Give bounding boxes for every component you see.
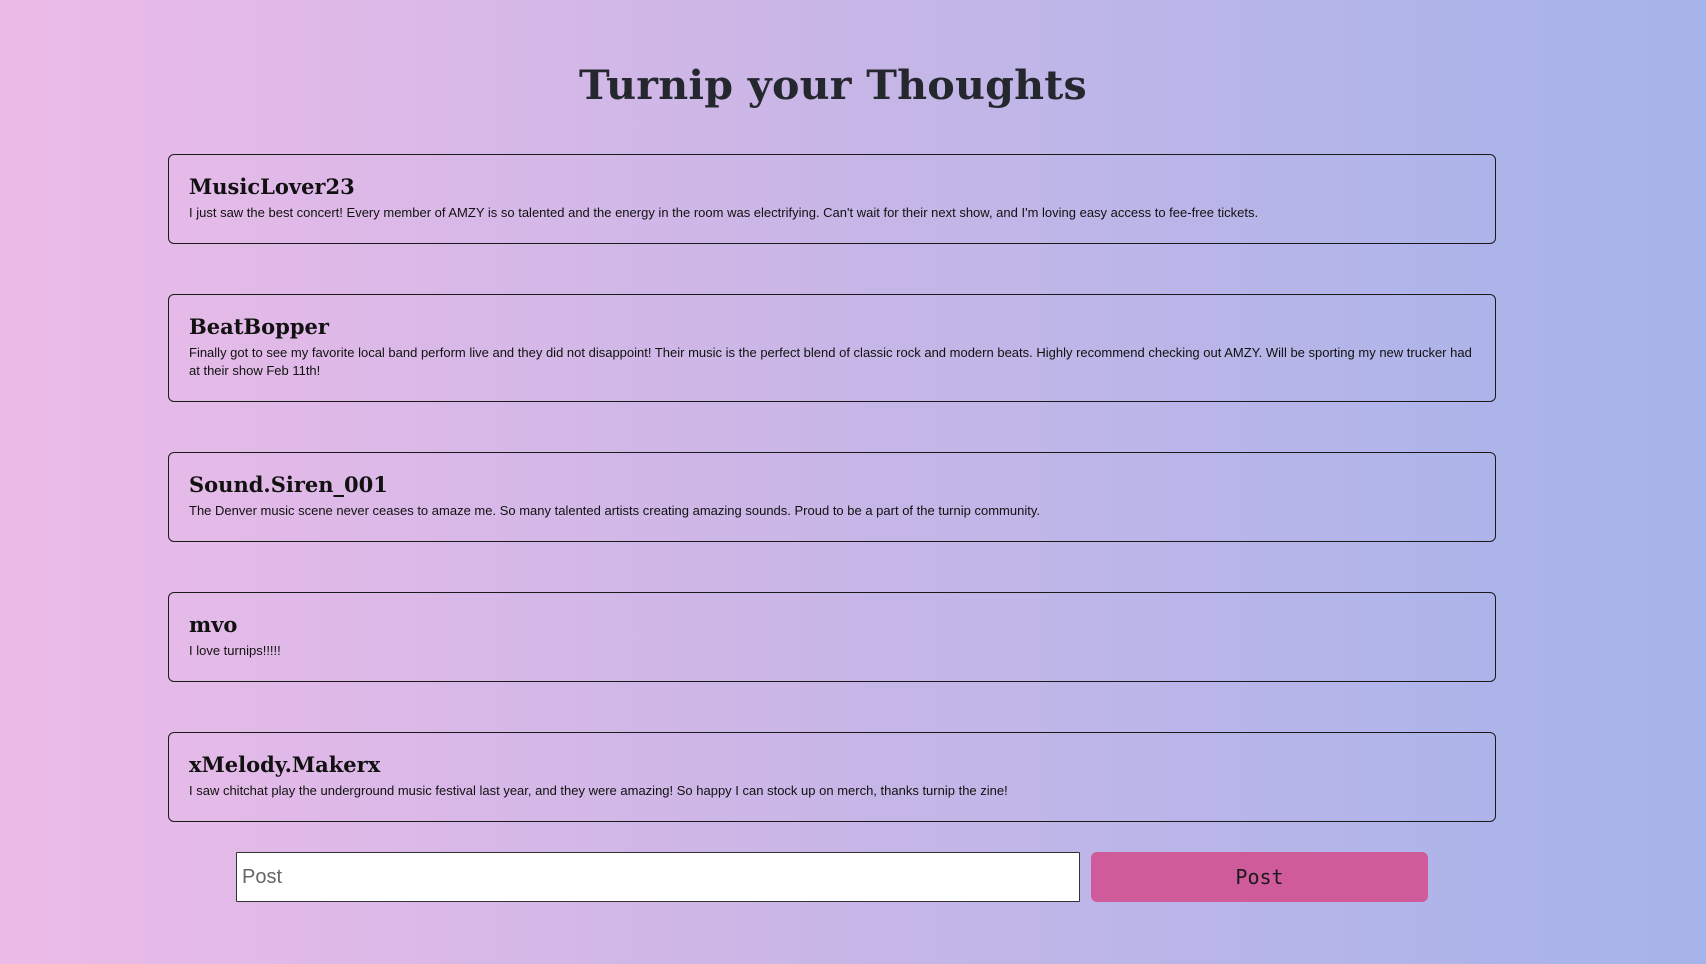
post-card: mvo I love turnips!!!!! — [168, 592, 1496, 682]
post-author: mvo — [189, 612, 238, 637]
post-author: Sound.Siren_001 — [189, 472, 388, 497]
post-body: I saw chitchat play the underground musi… — [189, 783, 1008, 798]
post-author: MusicLover23 — [189, 174, 355, 199]
post-card: MusicLover23 I just saw the best concert… — [168, 154, 1496, 244]
post-card: xMelody.Makerx I saw chitchat play the u… — [168, 732, 1496, 822]
post-composer: Post — [236, 852, 1428, 902]
post-body: The Denver music scene never ceases to a… — [189, 503, 1040, 518]
post-input[interactable] — [236, 852, 1080, 902]
post-body: Finally got to see my favorite local ban… — [189, 345, 1472, 378]
post-body: I love turnips!!!!! — [189, 643, 281, 658]
post-button[interactable]: Post — [1091, 852, 1428, 902]
post-author: BeatBopper — [189, 314, 329, 339]
post-card: BeatBopper Finally got to see my favorit… — [168, 294, 1496, 402]
post-author: xMelody.Makerx — [189, 752, 381, 777]
page-title: Turnip your Thoughts — [579, 62, 1087, 109]
post-body: I just saw the best concert! Every membe… — [189, 205, 1259, 220]
post-card: Sound.Siren_001 The Denver music scene n… — [168, 452, 1496, 542]
